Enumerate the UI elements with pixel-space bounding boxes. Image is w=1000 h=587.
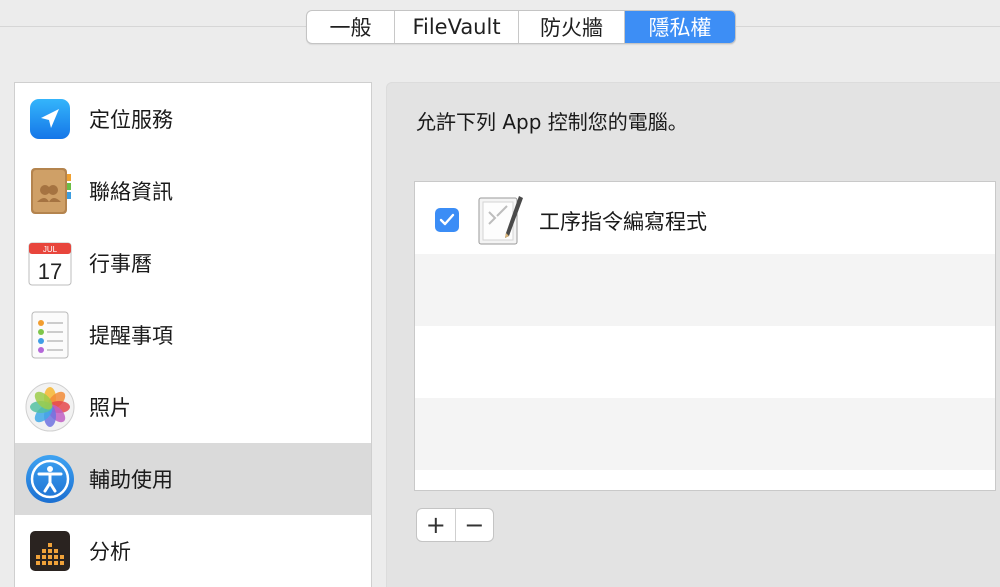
sidebar-item-label: 提醒事項 xyxy=(89,324,173,348)
list-edit-buttons: + − xyxy=(416,508,494,542)
sidebar-item-analytics[interactable]: 分析 xyxy=(15,515,371,587)
panel-description: 允許下列 App 控制您的電腦。 xyxy=(416,110,688,134)
allowed-apps-list: 工序指令編寫程式 xyxy=(414,181,996,491)
photos-icon xyxy=(25,382,75,432)
sidebar-item-reminders[interactable]: 提醒事項 xyxy=(15,299,371,371)
list-item[interactable]: 工序指令編寫程式 xyxy=(415,182,995,254)
sidebar-item-contacts[interactable]: 聯絡資訊 xyxy=(15,155,371,227)
remove-app-button[interactable]: − xyxy=(454,509,494,541)
add-app-button[interactable]: + xyxy=(417,509,455,541)
segmented-tabs: 一般 FileVault 防火牆 隱私權 xyxy=(306,10,736,44)
sidebar-item-accessibility[interactable]: 輔助使用 xyxy=(15,443,371,515)
contacts-book-icon xyxy=(25,166,75,216)
empty-list-row xyxy=(415,326,995,398)
sidebar-item-label: 輔助使用 xyxy=(89,468,173,492)
sidebar-item-photos[interactable]: 照片 xyxy=(15,371,371,443)
checkmark-icon xyxy=(439,213,455,226)
sidebar-item-calendar[interactable]: JUL 17 行事曆 xyxy=(15,227,371,299)
calendar-icon: JUL 17 xyxy=(25,238,75,288)
sidebar-item-location-services[interactable]: 定位服務 xyxy=(15,83,371,155)
tab-privacy[interactable]: 隱私權 xyxy=(625,11,735,43)
location-arrow-icon xyxy=(25,94,75,144)
calendar-month-label: JUL xyxy=(43,245,58,254)
privacy-category-list: 定位服務 聯絡資訊 JUL 17 行事曆 提醒事項 照片 輔助使用 分析 xyxy=(14,82,372,587)
sidebar-item-label: 行事曆 xyxy=(89,252,152,276)
sidebar-item-label: 照片 xyxy=(89,396,131,420)
tab-firewall[interactable]: 防火牆 xyxy=(519,11,625,43)
app-name-label: 工序指令編寫程式 xyxy=(539,210,707,234)
app-allow-checkbox[interactable] xyxy=(435,208,459,232)
reminders-icon xyxy=(25,310,75,360)
empty-list-row xyxy=(415,254,995,326)
sidebar-item-label: 定位服務 xyxy=(89,108,173,132)
tab-general[interactable]: 一般 xyxy=(307,11,395,43)
accessibility-icon xyxy=(25,454,75,504)
analytics-icon xyxy=(25,526,75,576)
sidebar-item-label: 分析 xyxy=(89,540,131,564)
tab-filevault[interactable]: FileVault xyxy=(395,11,519,43)
empty-list-row xyxy=(415,398,995,470)
calendar-day-label: 17 xyxy=(38,259,62,284)
sidebar-item-label: 聯絡資訊 xyxy=(89,180,173,204)
script-editor-icon xyxy=(475,192,529,248)
empty-list-row xyxy=(415,470,995,490)
